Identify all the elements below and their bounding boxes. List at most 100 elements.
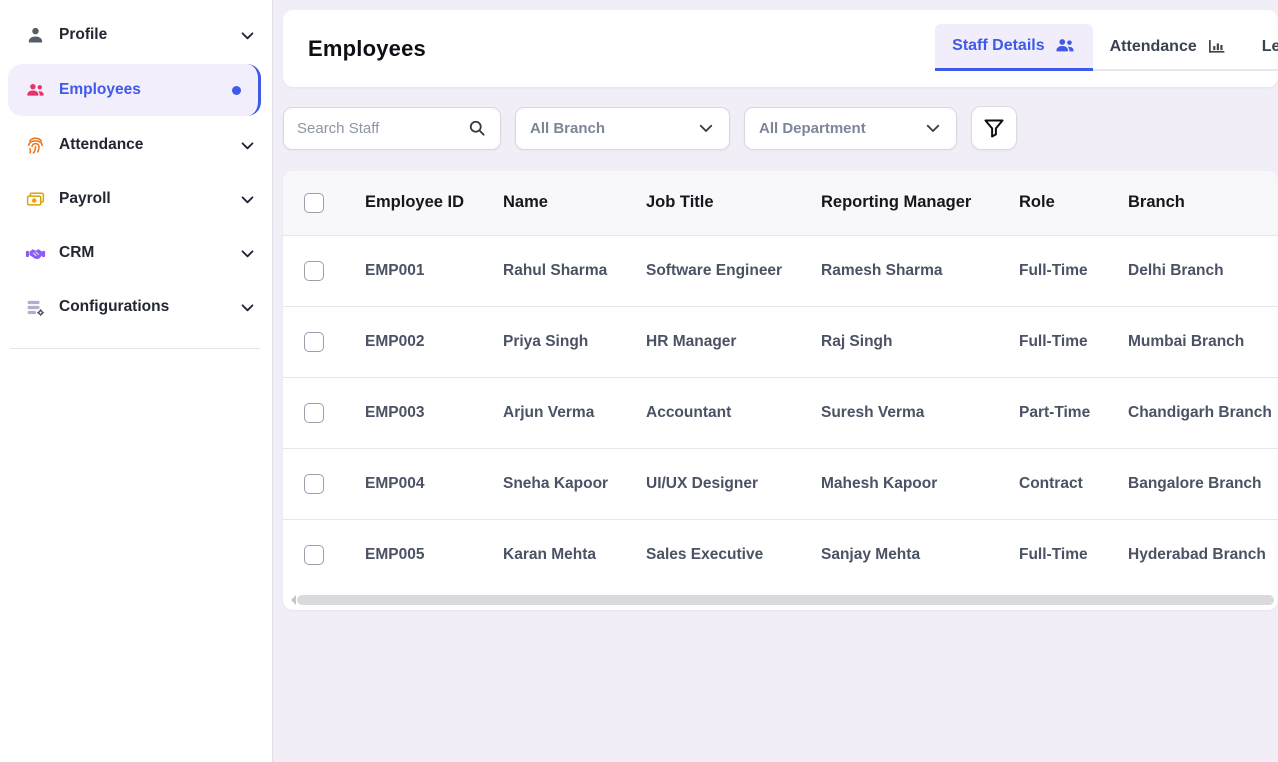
column-header: Job Title <box>646 171 821 235</box>
table-header-row: Employee ID Name Job Title Reporting Man… <box>283 171 1278 235</box>
sidebar-item-payroll[interactable]: Payroll <box>0 182 272 216</box>
table-row: EMP002 Priya Singh HR Manager Raj Singh … <box>283 306 1278 377</box>
cell-job-title: Accountant <box>646 377 821 448</box>
cell-reporting-manager: Raj Singh <box>821 306 1019 377</box>
banknote-icon <box>25 189 46 210</box>
scroll-left-arrow-icon[interactable] <box>286 595 296 605</box>
cell-employee-id: EMP005 <box>365 519 503 590</box>
cell-name: Priya Singh <box>503 306 646 377</box>
sidebar-item-attendance[interactable]: Attendance <box>0 128 272 162</box>
tab-attendance[interactable]: Attendance <box>1093 24 1245 69</box>
cell-job-title: Sales Executive <box>646 519 821 590</box>
search-input[interactable] <box>297 120 467 137</box>
cell-role: Full-Time <box>1019 235 1128 306</box>
cell-role: Part-Time <box>1019 377 1128 448</box>
people-icon <box>1054 35 1076 57</box>
cell-employee-id: EMP004 <box>365 448 503 519</box>
page-title: Employees <box>283 36 426 62</box>
tab-bar: Staff Details Attendance Leaves <box>935 24 1278 71</box>
cell-reporting-manager: Ramesh Sharma <box>821 235 1019 306</box>
cell-role: Full-Time <box>1019 519 1128 590</box>
sidebar-divider <box>10 348 260 349</box>
people-icon <box>25 80 46 101</box>
person-icon <box>25 25 46 46</box>
sidebar-item-crm[interactable]: CRM <box>0 236 272 270</box>
cell-name: Arjun Verma <box>503 377 646 448</box>
bar-chart-icon <box>1206 36 1228 58</box>
tab-label: Staff Details <box>952 37 1044 55</box>
column-header: Name <box>503 171 646 235</box>
row-checkbox[interactable] <box>304 545 324 565</box>
chevron-down-icon[interactable] <box>239 245 256 262</box>
chevron-down-icon[interactable] <box>239 27 256 44</box>
cell-employee-id: EMP001 <box>365 235 503 306</box>
sidebar-item-label: CRM <box>59 244 94 262</box>
filter-button[interactable] <box>971 106 1017 150</box>
cell-reporting-manager: Suresh Verma <box>821 377 1019 448</box>
tab-label: Attendance <box>1110 38 1197 56</box>
chevron-down-icon <box>697 119 715 137</box>
department-select[interactable]: All Department <box>744 107 957 150</box>
notification-dot <box>232 86 241 95</box>
table-row: EMP004 Sneha Kapoor UI/UX Designer Mahes… <box>283 448 1278 519</box>
cell-job-title: HR Manager <box>646 306 821 377</box>
tab-leaves[interactable]: Leaves <box>1245 24 1278 69</box>
department-select-value: All Department <box>759 120 866 137</box>
cell-role: Full-Time <box>1019 306 1128 377</box>
column-header: Reporting Manager <box>821 171 1019 235</box>
sidebar-item-label: Profile <box>59 26 107 44</box>
chevron-down-icon <box>924 119 942 137</box>
column-header: Branch <box>1128 171 1278 235</box>
chevron-down-icon[interactable] <box>239 299 256 316</box>
cell-reporting-manager: Mahesh Kapoor <box>821 448 1019 519</box>
staff-table: Employee ID Name Job Title Reporting Man… <box>283 171 1278 590</box>
filter-toolbar: All Branch All Department <box>283 106 1278 150</box>
table-row: EMP005 Karan Mehta Sales Executive Sanja… <box>283 519 1278 590</box>
cell-employee-id: EMP002 <box>365 306 503 377</box>
sidebar: Profile Employees Attendance Payroll <box>0 0 273 762</box>
sidebar-item-label: Configurations <box>59 298 169 316</box>
cell-name: Sneha Kapoor <box>503 448 646 519</box>
sidebar-item-label: Employees <box>59 81 141 99</box>
tab-staff-details[interactable]: Staff Details <box>935 24 1092 71</box>
select-all-checkbox[interactable] <box>304 193 324 213</box>
cell-job-title: UI/UX Designer <box>646 448 821 519</box>
row-checkbox[interactable] <box>304 474 324 494</box>
cell-branch: Chandigarh Branch <box>1128 377 1278 448</box>
cell-name: Rahul Sharma <box>503 235 646 306</box>
branch-select-value: All Branch <box>530 120 605 137</box>
tab-label: Leaves <box>1262 38 1278 56</box>
column-header: Employee ID <box>365 171 503 235</box>
row-checkbox[interactable] <box>304 403 324 423</box>
cell-branch: Delhi Branch <box>1128 235 1278 306</box>
sidebar-item-label: Payroll <box>59 190 111 208</box>
sidebar-item-label: Attendance <box>59 136 143 154</box>
sidebar-item-profile[interactable]: Profile <box>0 18 272 52</box>
row-checkbox[interactable] <box>304 261 324 281</box>
fingerprint-icon <box>25 135 46 156</box>
table-row: EMP003 Arjun Verma Accountant Suresh Ver… <box>283 377 1278 448</box>
chevron-down-icon[interactable] <box>239 191 256 208</box>
main-content: Employees Staff Details Attendance Leave… <box>273 0 1278 762</box>
cell-reporting-manager: Sanjay Mehta <box>821 519 1019 590</box>
cell-branch: Hyderabad Branch <box>1128 519 1278 590</box>
column-header: Role <box>1019 171 1128 235</box>
chevron-down-icon[interactable] <box>239 137 256 154</box>
scrollbar-thumb[interactable] <box>297 595 1274 605</box>
page-header: Employees Staff Details Attendance Leave… <box>283 10 1278 87</box>
search-icon[interactable] <box>467 118 487 138</box>
staff-search <box>283 107 501 150</box>
sidebar-item-employees[interactable]: Employees <box>8 64 261 116</box>
row-checkbox[interactable] <box>304 332 324 352</box>
sidebar-item-configurations[interactable]: Configurations <box>0 290 272 324</box>
handshake-icon <box>25 243 46 264</box>
cell-name: Karan Mehta <box>503 519 646 590</box>
funnel-icon <box>982 116 1006 140</box>
cell-role: Contract <box>1019 448 1128 519</box>
settings-stack-icon <box>25 297 46 318</box>
table-row: EMP001 Rahul Sharma Software Engineer Ra… <box>283 235 1278 306</box>
cell-job-title: Software Engineer <box>646 235 821 306</box>
cell-branch: Mumbai Branch <box>1128 306 1278 377</box>
horizontal-scrollbar <box>286 594 1274 605</box>
branch-select[interactable]: All Branch <box>515 107 730 150</box>
